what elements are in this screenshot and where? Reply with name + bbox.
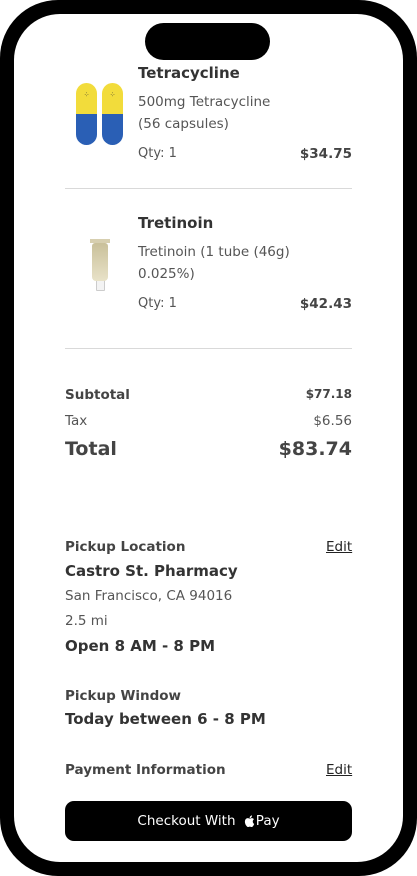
- pickup-window-label: Pickup Window: [65, 688, 182, 704]
- item-price: $42.43: [299, 296, 352, 312]
- pickup-location-label: Pickup Location: [65, 539, 186, 555]
- payment-information-label: Payment Information: [65, 762, 226, 778]
- tax-value: $6.56: [313, 413, 352, 429]
- item-description: Tretinoin (1 tube (46g): [138, 244, 290, 260]
- apple-icon: [244, 815, 255, 827]
- item-description: 0.025%): [138, 266, 195, 282]
- tax-label: Tax: [65, 413, 88, 429]
- pickup-window-value: Today between 6 - 8 PM: [65, 710, 266, 728]
- total-label: Total: [65, 438, 117, 460]
- item-description: 500mg Tetracycline: [138, 94, 271, 110]
- divider: [65, 348, 352, 349]
- item-qty: Qty: 1: [138, 146, 177, 161]
- item-qty: Qty: 1: [138, 296, 177, 311]
- subtotal-label: Subtotal: [65, 387, 130, 403]
- item-name: Tretinoin: [138, 214, 214, 232]
- tube-icon: [96, 280, 105, 291]
- edit-pickup-location-link[interactable]: Edit: [326, 539, 352, 555]
- dynamic-island: [145, 23, 270, 60]
- divider: [65, 188, 352, 189]
- checkout-pay-label: Pay: [255, 813, 280, 829]
- tube-icon: [92, 243, 108, 281]
- capsule-icon: ⁘: [102, 83, 123, 145]
- pharmacy-address: San Francisco, CA 94016: [65, 588, 233, 604]
- capsule-icon: ⁘: [76, 83, 97, 145]
- edit-payment-link[interactable]: Edit: [326, 762, 352, 778]
- pharmacy-name: Castro St. Pharmacy: [65, 562, 238, 580]
- checkout-label: Checkout With: [137, 813, 240, 829]
- pharmacy-hours: Open 8 AM - 8 PM: [65, 637, 216, 655]
- item-description: (56 capsules): [138, 116, 229, 132]
- item-name: Tetracycline: [138, 64, 240, 82]
- item-price: $34.75: [299, 146, 352, 162]
- subtotal-value: $77.18: [305, 387, 352, 401]
- total-value: $83.74: [278, 438, 352, 460]
- pharmacy-distance: 2.5 mi: [65, 613, 108, 629]
- checkout-apple-pay-button[interactable]: Checkout With Pay: [65, 801, 352, 841]
- tube-icon: [90, 239, 110, 243]
